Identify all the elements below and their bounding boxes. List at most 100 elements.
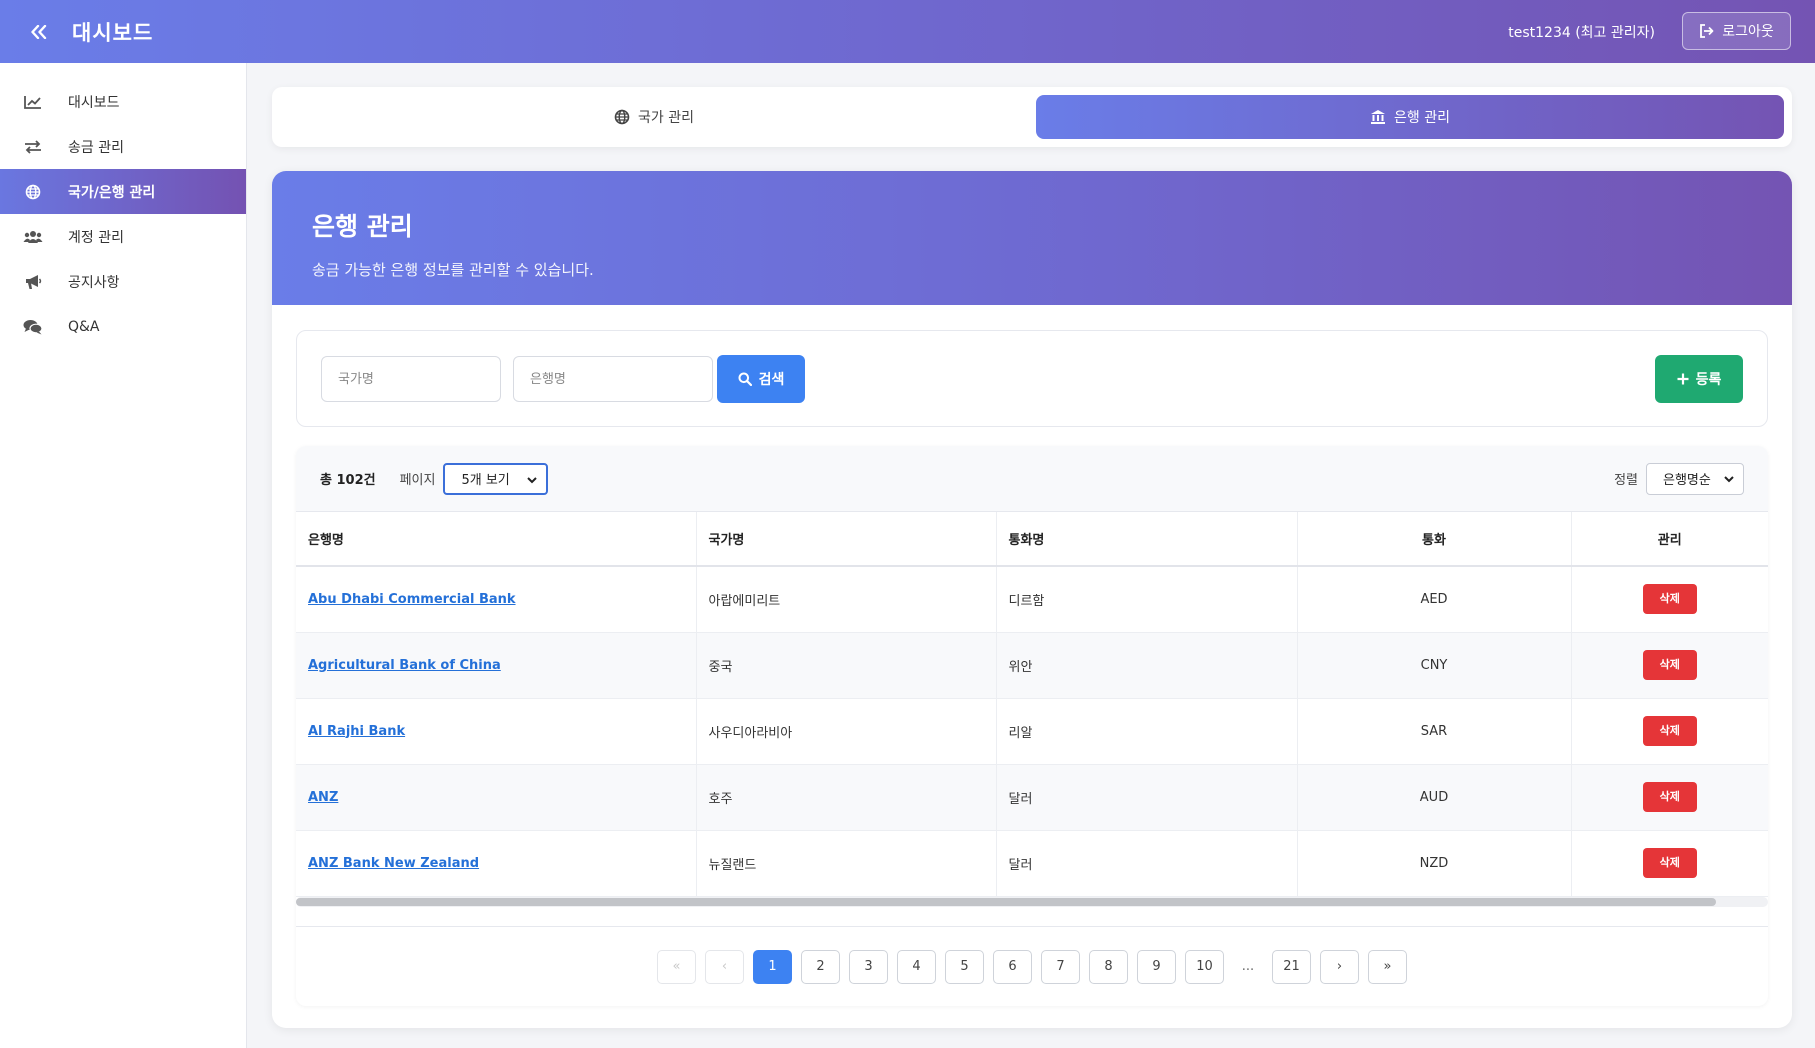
delete-button[interactable]: 삭제 (1642, 716, 1697, 746)
page-button[interactable]: 8 (1089, 949, 1128, 984)
prev-page-button[interactable]: ‹ (705, 949, 744, 984)
sort-value: 은행명순 (1663, 473, 1711, 488)
table-row: Agricultural Bank of China 중국 위안 CNY 삭제 (296, 632, 1768, 699)
globe-icon (614, 109, 630, 125)
app-title: 대시보드 (72, 20, 154, 45)
tab-label: 국가 관리 (638, 110, 694, 126)
chart-line-icon (22, 91, 44, 113)
tab-label: 은행 관리 (1394, 110, 1450, 126)
sign-out-icon (1700, 24, 1714, 38)
page-button[interactable]: 10 (1185, 949, 1224, 984)
page-button[interactable]: 9 (1137, 949, 1176, 984)
country-cell: 사우디아라비아 (696, 698, 997, 765)
page-button[interactable]: 3 (849, 949, 888, 984)
last-page-number-button[interactable]: 21 (1272, 949, 1311, 984)
add-bank-button[interactable]: 등록 (1655, 355, 1743, 403)
double-chevron-left-icon (31, 24, 47, 39)
delete-button[interactable]: 삭제 (1642, 584, 1697, 615)
delete-button[interactable]: 삭제 (1642, 650, 1697, 680)
bank-name-link[interactable]: Agricultural Bank of China (308, 658, 501, 673)
bank-name-input[interactable] (513, 356, 713, 402)
exchange-icon (22, 136, 44, 158)
table-header-row: 은행명 국가명 통화명 통화 관리 (296, 512, 1768, 567)
currency-code-cell: AUD (1297, 764, 1572, 831)
globe-icon (22, 181, 44, 203)
sort-label: 정렬 (1614, 473, 1638, 488)
bank-name-link[interactable]: ANZ (308, 790, 338, 805)
sidebar-item-label: 계정 관리 (68, 229, 124, 246)
list-toolbar: 총 102건 페이지 5개 보기 정렬 은행명순 (296, 446, 1768, 512)
page-size-select[interactable]: 5개 보기 (443, 462, 549, 495)
currency-name-cell: 디르함 (996, 566, 1298, 633)
page-size-label: 페이지 (399, 473, 436, 488)
currency-name-cell: 달러 (996, 764, 1298, 831)
sort-control: 정렬 은행명순 (1614, 462, 1744, 495)
page-size-value: 5개 보기 (461, 473, 510, 488)
bank-name-link[interactable]: Abu Dhabi Commercial Bank (308, 592, 516, 607)
column-header-bank[interactable]: 은행명 (296, 512, 697, 567)
page-subtitle: 송금 가능한 은행 정보를 관리할 수 있습니다. (312, 261, 594, 279)
country-cell: 호주 (696, 764, 997, 831)
page-button[interactable]: 5 (945, 949, 984, 984)
sidebar-item-label: 송금 관리 (68, 139, 124, 156)
horizontal-scrollbar[interactable] (296, 896, 1768, 907)
sidebar-item-notices[interactable]: 공지사항 (0, 259, 246, 304)
scrollbar-thumb[interactable] (296, 897, 1716, 906)
country-name-input[interactable] (321, 356, 501, 402)
bank-name-link[interactable]: ANZ Bank New Zealand (308, 856, 479, 871)
sidebar-item-remittance[interactable]: 송금 관리 (0, 124, 246, 169)
tab-bank-management[interactable]: 은행 관리 (1036, 95, 1784, 139)
logout-label: 로그아웃 (1722, 24, 1774, 40)
sidebar-item-label: 공지사항 (68, 274, 120, 291)
table-row: ANZ Bank New Zealand 뉴질랜드 달러 NZD 삭제 (296, 830, 1768, 897)
column-header-actions: 관리 (1571, 512, 1768, 567)
sidebar-item-accounts[interactable]: 계정 관리 (0, 214, 246, 259)
logout-button[interactable]: 로그아웃 (1682, 12, 1791, 50)
megaphone-icon (22, 271, 44, 293)
bank-management-panel: 은행 관리 송금 가능한 은행 정보를 관리할 수 있습니다. 검색 등록 총 … (272, 171, 1792, 1028)
sidebar-item-qna[interactable]: Q&A (0, 304, 246, 349)
country-cell: 아랍에미리트 (696, 566, 997, 633)
table-row: Abu Dhabi Commercial Bank 아랍에미리트 디르함 AED… (296, 566, 1768, 633)
currency-code-cell: AED (1297, 566, 1572, 633)
delete-button[interactable]: 삭제 (1642, 782, 1697, 812)
comments-icon (22, 316, 44, 338)
bank-icon (1371, 110, 1385, 124)
page-title: 은행 관리 (312, 212, 413, 241)
currency-code-cell: NZD (1297, 830, 1572, 897)
next-page-button[interactable]: › (1320, 949, 1359, 984)
tab-country-management[interactable]: 국가 관리 (280, 95, 1028, 139)
page-button[interactable]: 6 (993, 949, 1032, 984)
page-button[interactable]: 4 (897, 949, 936, 984)
management-tabs: 국가 관리 은행 관리 (272, 87, 1792, 147)
sidebar-item-label: 국가/은행 관리 (68, 184, 156, 201)
column-header-country[interactable]: 국가명 (696, 512, 997, 567)
search-label: 검색 (758, 372, 785, 388)
page-button[interactable]: 1 (753, 949, 792, 984)
country-cell: 중국 (696, 632, 997, 699)
currency-name-cell: 리알 (996, 698, 1298, 765)
sidebar: 대시보드 송금 관리 국가/은행 관리 계정 관리 공지사항 Q&A (0, 63, 247, 1048)
plus-icon (1677, 373, 1689, 385)
column-header-currency[interactable]: 통화 (1297, 512, 1572, 567)
chevron-down-icon (1724, 475, 1734, 482)
top-header: 대시보드 test1234 (최고 관리자) 로그아웃 (0, 0, 1815, 63)
page-button[interactable]: 2 (801, 949, 840, 984)
search-button[interactable]: 검색 (717, 355, 805, 403)
delete-button[interactable]: 삭제 (1642, 848, 1697, 878)
sort-select[interactable]: 은행명순 (1646, 462, 1744, 495)
sidebar-item-label: Q&A (68, 318, 100, 335)
users-icon (22, 226, 44, 248)
sidebar-item-dashboard[interactable]: 대시보드 (0, 79, 246, 124)
search-panel: 검색 등록 (296, 330, 1768, 427)
last-page-button[interactable]: » (1368, 949, 1407, 984)
page-hero: 은행 관리 송금 가능한 은행 정보를 관리할 수 있습니다. (272, 171, 1792, 305)
column-header-currency-name[interactable]: 통화명 (996, 512, 1298, 567)
first-page-button[interactable]: « (657, 949, 696, 984)
sidebar-item-country-bank[interactable]: 국가/은행 관리 (0, 169, 246, 214)
collapse-sidebar-button[interactable] (20, 13, 58, 51)
currency-code-cell: SAR (1297, 698, 1572, 765)
add-label: 등록 (1695, 372, 1722, 388)
bank-name-link[interactable]: Al Rajhi Bank (308, 724, 405, 739)
page-button[interactable]: 7 (1041, 949, 1080, 984)
